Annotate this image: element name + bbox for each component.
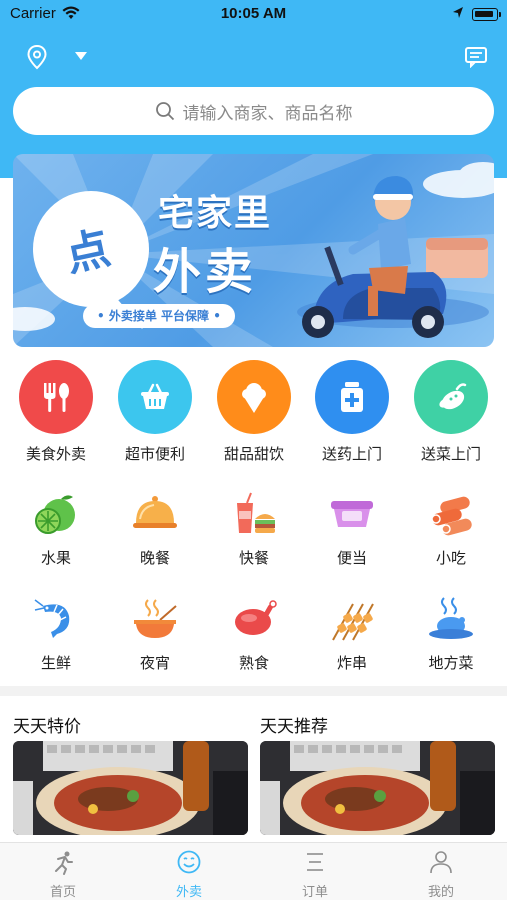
subcategory-label: 熟食 (238, 654, 269, 672)
subcategory-local-cuisine[interactable]: 地方菜 (401, 596, 501, 673)
dinner-cloche-icon (133, 496, 177, 528)
vegetable-icon (414, 360, 488, 434)
search-input[interactable]: 请输入商家、商品名称 (13, 87, 494, 135)
category-label: 美食外卖 (25, 445, 86, 463)
daily-deals-image[interactable] (13, 741, 248, 835)
tab-profile[interactable]: 我的 (378, 849, 504, 900)
subcategory-label: 生鲜 (40, 654, 71, 672)
banner-tagline: • 外卖接单 平台保障 • (83, 304, 235, 328)
category-label: 甜品甜饮 (223, 445, 284, 463)
smile-icon (177, 850, 201, 874)
noodle-bowl-icon (134, 599, 177, 638)
category-supermarket[interactable]: 超市便利 (105, 360, 205, 464)
tab-label: 外卖 (175, 885, 202, 900)
battery-tip (499, 12, 501, 17)
daily-picks-title: 天天推荐 (260, 717, 328, 737)
bottom-tab-bar: 首页 外卖 订单 我的 (0, 842, 507, 900)
banner-title-line1: 宅家里 (158, 193, 273, 234)
subcategory-cooked-food[interactable]: 熟食 (204, 596, 304, 673)
basket-icon (118, 360, 192, 434)
subcategory-label: 小吃 (435, 549, 466, 567)
runner-icon (55, 851, 73, 875)
search-placeholder: 请输入商家、商品名称 (182, 103, 353, 124)
snack-roll-icon (431, 496, 472, 536)
subcategory-label: 快餐 (238, 549, 269, 567)
fast-food-icon (237, 492, 275, 533)
medicine-icon (315, 360, 389, 434)
shrimp-icon (34, 599, 70, 638)
subcategory-label: 炸串 (336, 654, 367, 672)
daily-deals-title: 天天特价 (13, 717, 81, 737)
tab-home[interactable]: 首页 (0, 849, 126, 900)
message-icon[interactable] (464, 46, 488, 68)
category-label: 送药上门 (321, 445, 382, 463)
tab-label: 订单 (301, 885, 328, 900)
tab-label: 首页 (49, 885, 76, 900)
category-label: 超市便利 (124, 445, 185, 463)
subcategory-late-night[interactable]: 夜宵 (105, 596, 205, 673)
skewer-icon (332, 603, 374, 641)
battery-icon (472, 8, 498, 21)
subcategory-label: 水果 (40, 549, 71, 567)
subcategory-label: 夜宵 (139, 654, 170, 672)
subcategory-label: 晚餐 (139, 549, 170, 567)
ice-cream-icon (217, 360, 291, 434)
caret-down-icon[interactable] (74, 50, 88, 62)
category-dessert[interactable]: 甜品甜饮 (204, 360, 304, 464)
location-arrow-icon (453, 7, 463, 18)
subcategory-bento[interactable]: 便当 (302, 491, 402, 568)
subcategory-snack[interactable]: 小吃 (401, 491, 501, 568)
top-nav (0, 40, 507, 74)
subcategory-fruit[interactable]: 水果 (6, 491, 106, 568)
banner-title-line2: 外卖 (153, 244, 258, 300)
bento-icon (331, 501, 373, 527)
fruit-icon (35, 495, 75, 534)
tab-orders[interactable]: 订单 (252, 849, 378, 900)
subcategory-dinner[interactable]: 晚餐 (105, 491, 205, 568)
subcategory-skewers[interactable]: 炸串 (302, 596, 402, 673)
section-divider (0, 686, 507, 696)
tab-takeout[interactable]: 外卖 (126, 849, 252, 900)
tab-label: 我的 (427, 885, 454, 900)
subcategory-label: 便当 (336, 549, 367, 567)
category-vegetables[interactable]: 送菜上门 (401, 360, 501, 464)
category-medicine[interactable]: 送药上门 (302, 360, 402, 464)
fork-spoon-icon (19, 360, 93, 434)
location-pin-icon[interactable] (26, 44, 48, 70)
promo-banner[interactable]: 点 宅家里 外卖 • 外卖接单 平台保障 • (13, 154, 494, 347)
category-food-delivery[interactable]: 美食外卖 (6, 360, 106, 464)
roast-chicken-icon (235, 600, 277, 635)
subcategory-fast-food[interactable]: 快餐 (204, 491, 304, 568)
search-icon (155, 102, 174, 121)
clock: 10:05 AM (220, 5, 287, 22)
category-label: 送菜上门 (420, 445, 481, 463)
subcategory-fresh[interactable]: 生鲜 (6, 596, 106, 673)
daily-picks-image[interactable] (260, 741, 495, 835)
status-bar: Carrier 10:05 AM (0, 0, 507, 30)
subcategory-label: 地方菜 (428, 654, 474, 672)
local-dish-icon (429, 597, 473, 639)
user-icon (430, 851, 452, 874)
list-icon (307, 853, 323, 871)
